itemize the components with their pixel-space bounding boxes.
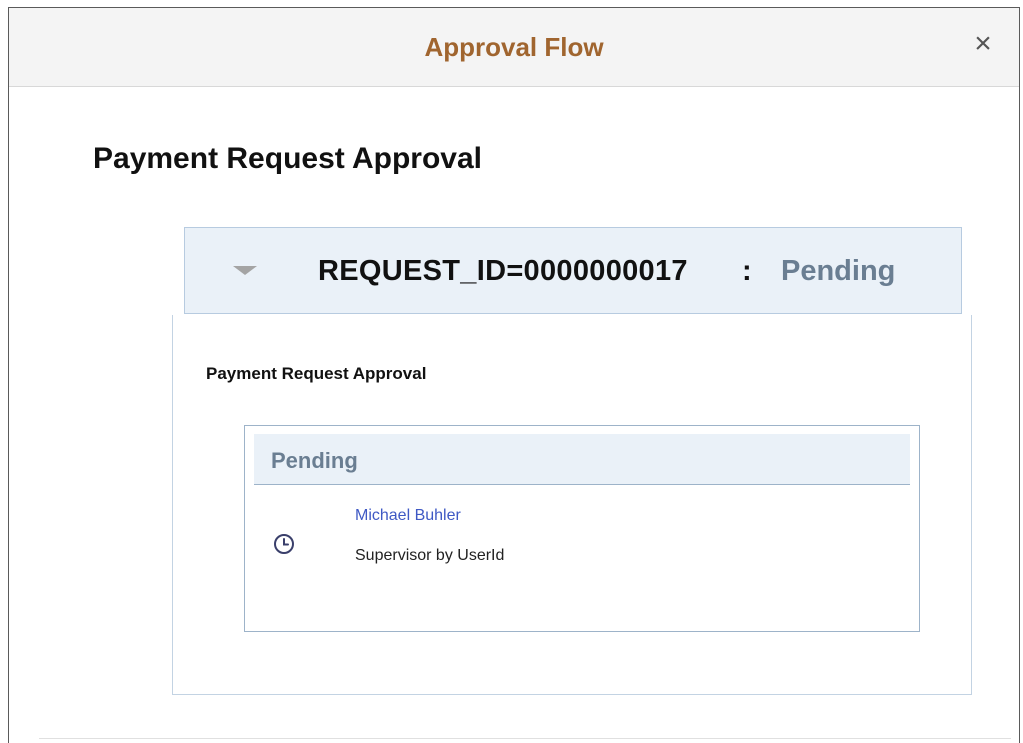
stage-status: Pending bbox=[271, 448, 358, 473]
clock-icon bbox=[274, 534, 294, 554]
approver-name-link[interactable]: Michael Buhler bbox=[355, 507, 461, 525]
modal-title: Approval Flow bbox=[424, 32, 604, 62]
request-id-label: REQUEST_ID=0000000017 bbox=[318, 255, 688, 287]
stage-header: Pending bbox=[254, 434, 910, 485]
request-status: Pending bbox=[781, 255, 896, 287]
close-button[interactable]: × bbox=[969, 26, 997, 62]
modal-header: Approval Flow × bbox=[9, 8, 1019, 87]
flow-title: Payment Request Approval bbox=[206, 364, 427, 383]
triangle-down-icon[interactable] bbox=[233, 266, 257, 275]
approval-stage-card: Pending Michael Buhler Supervisor by Use… bbox=[244, 425, 920, 632]
request-group-header[interactable]: REQUEST_ID=0000000017 : Pending bbox=[184, 227, 962, 314]
divider bbox=[39, 738, 1011, 739]
approver-role: Supervisor by UserId bbox=[355, 547, 505, 564]
request-group-body: Payment Request Approval Pending Michael… bbox=[172, 315, 972, 695]
separator: : bbox=[742, 255, 752, 287]
page-title: Payment Request Approval bbox=[93, 142, 482, 175]
approval-flow-modal: Approval Flow × Payment Request Approval… bbox=[8, 7, 1020, 743]
